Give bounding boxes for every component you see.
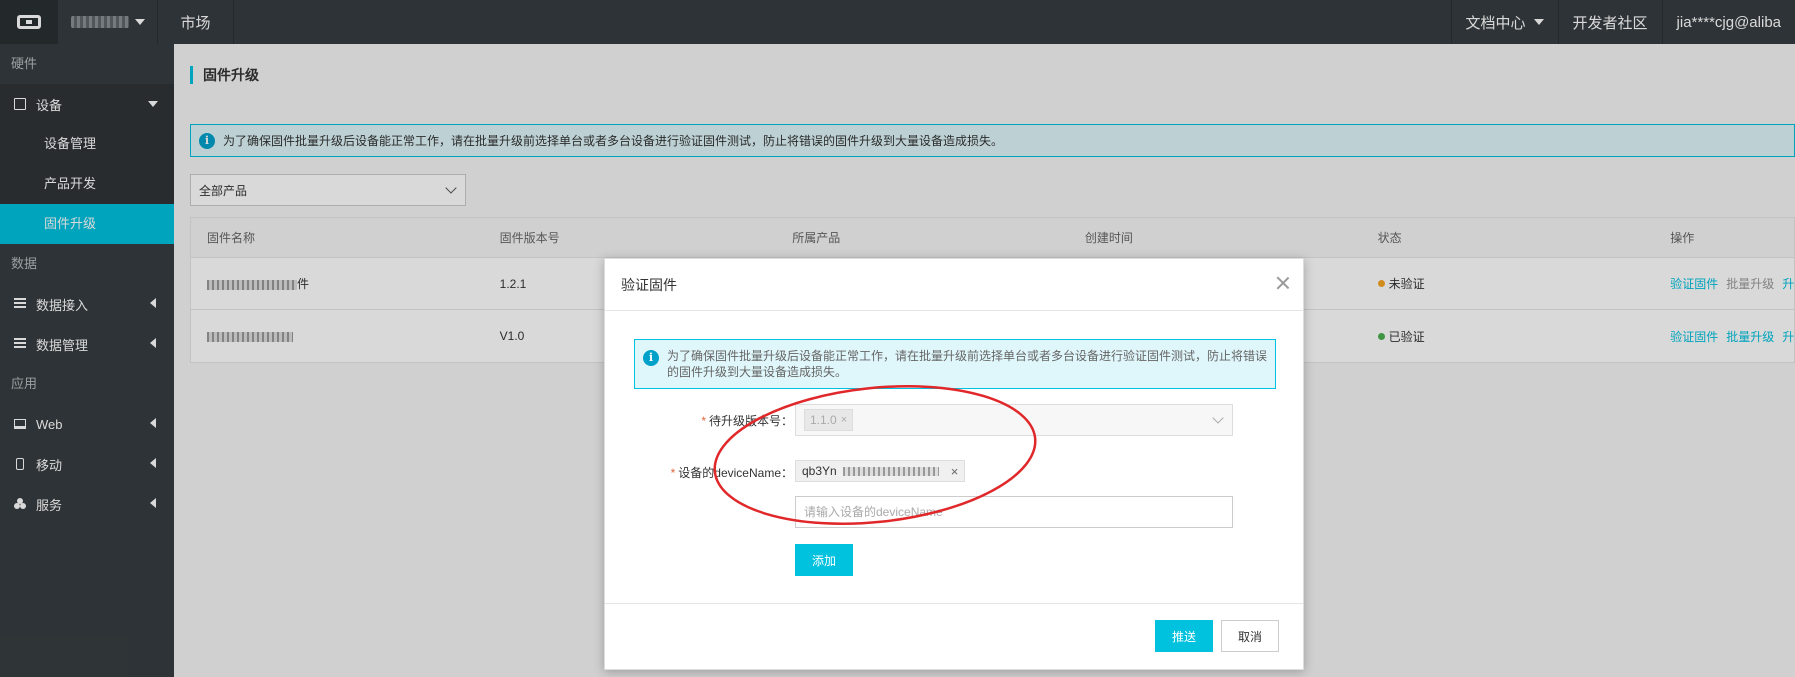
remove-tag-icon[interactable]: × [951,464,959,479]
version-select[interactable]: 1.1.0 × [795,404,1233,436]
device-name-label: * 设备的deviceName： [670,466,793,480]
add-device-button[interactable]: 添加 [795,544,853,576]
close-icon: × [840,414,848,426]
info-icon: i [643,350,659,366]
version-tag: 1.1.0 × [804,409,854,431]
push-button[interactable]: 推送 [1155,620,1213,652]
dialog-title: 验证固件 [621,276,677,293]
dialog-header: 验证固件 [605,259,1303,311]
version-label: * 待升级版本号： [701,414,793,428]
verify-firmware-dialog: 验证固件 i 为了确保固件批量升级后设备能正常工作，请在批量升级前选择单台或者多… [604,258,1304,670]
redacted-device-name [842,466,939,476]
device-tag-text: qb3Yn [802,464,837,478]
dialog-info-text: 为了确保固件批量升级后设备能正常工作，请在批量升级前选择单台或者多台设备进行验证… [667,349,1268,379]
device-name-input[interactable] [795,496,1233,528]
device-name-tag: qb3Yn × [795,460,966,482]
cancel-button[interactable]: 取消 [1221,620,1279,652]
dialog-info-banner: i 为了确保固件批量升级后设备能正常工作，请在批量升级前选择单台或者多台设备进行… [634,339,1276,389]
chevron-down-icon [1212,412,1224,424]
dialog-footer: 推送 取消 [605,603,1303,669]
close-icon[interactable] [1275,275,1291,291]
